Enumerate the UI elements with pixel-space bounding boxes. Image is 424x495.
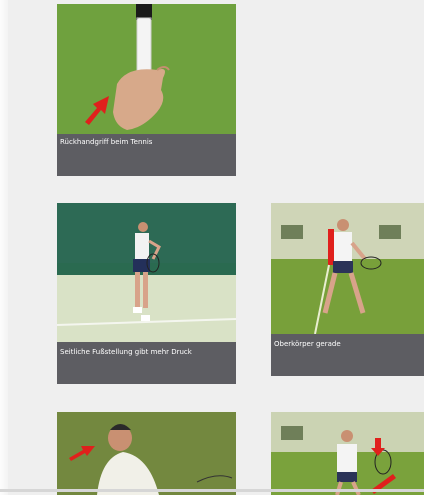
caption-stance: Seitliche Fußstellung gibt mehr Druck — [60, 348, 192, 356]
caption-upright: Oberkörper gerade — [274, 340, 341, 348]
photo-portrait — [57, 412, 236, 495]
horizontal-scrollbar[interactable] — [0, 489, 424, 492]
gallery-card-upright[interactable]: Oberkörper gerade — [271, 203, 424, 376]
window-edge — [0, 0, 8, 495]
gallery-card-arrow[interactable] — [271, 412, 424, 495]
gallery-card-grip[interactable]: Rückhandgriff beim Tennis — [57, 4, 236, 176]
photo-grip — [57, 4, 236, 134]
gallery-card-stance[interactable]: Seitliche Fußstellung gibt mehr Druck — [57, 203, 236, 384]
caption-grip: Rückhandgriff beim Tennis — [60, 138, 153, 146]
image-gallery: Rückhandgriff beim Tennis Seitliche Fußs… — [0, 0, 424, 495]
photo-arrow — [271, 412, 424, 495]
photo-stance — [57, 203, 236, 342]
gallery-card-portrait[interactable] — [57, 412, 236, 495]
photo-upright — [271, 203, 424, 334]
